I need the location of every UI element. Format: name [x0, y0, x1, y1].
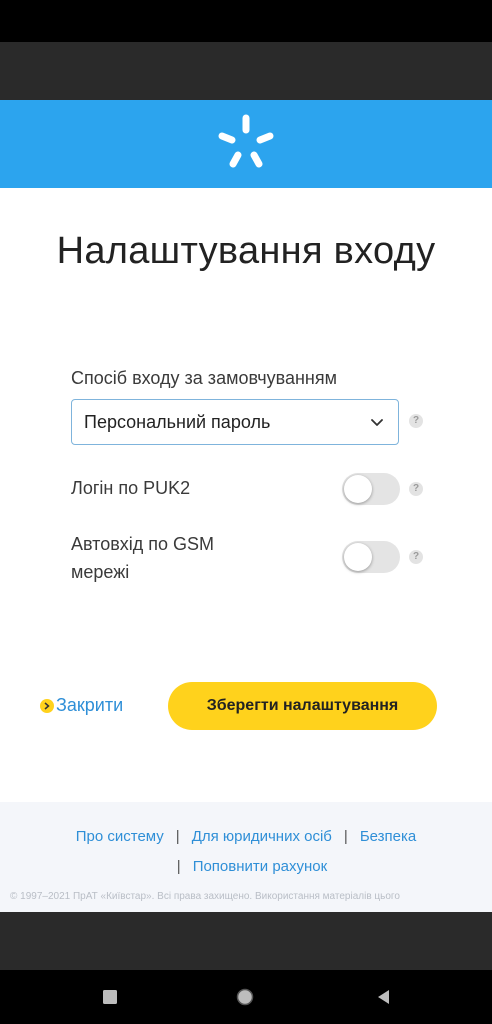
chevron-down-icon	[371, 419, 383, 426]
back-triangle-icon[interactable]	[374, 987, 394, 1007]
login-method-select[interactable]: Персональний пароль	[71, 399, 399, 445]
save-settings-button[interactable]: Зберегти налаштування	[168, 682, 437, 730]
footer: Про систему | Для юридичних осіб | Безпека |…	[0, 802, 492, 912]
copyright-text: © 1997–2021 ПрАТ «Київстар». Всі права з…	[10, 891, 400, 902]
header-bar	[0, 100, 492, 188]
bottom-spacer	[0, 912, 492, 970]
puk2-login-label: Логін по PUK2	[71, 478, 191, 498]
footer-links-row2: | Поповнити рахунок	[0, 858, 492, 875]
kyivstar-logo-icon	[218, 114, 274, 168]
close-link-label: Закрити	[56, 695, 124, 715]
help-icon[interactable]: ?	[409, 482, 423, 496]
login-method-label: Спосіб входу за замовчуванням	[71, 368, 337, 388]
footer-separator: |	[176, 858, 181, 875]
footer-separator: |	[343, 828, 348, 845]
settings-panel: Налаштування входу Спосіб входу за замов…	[0, 188, 492, 802]
help-icon[interactable]: ?	[409, 414, 423, 428]
help-icon[interactable]: ?	[409, 550, 423, 564]
toggle-knob	[344, 543, 372, 571]
square-icon[interactable]	[100, 987, 120, 1007]
toggle-knob	[344, 475, 372, 503]
puk2-login-toggle[interactable]	[342, 473, 400, 505]
gsm-autologin-label: Автовхід по GSM мережі	[71, 530, 214, 586]
footer-link-topup[interactable]: Поповнити рахунок	[193, 858, 328, 875]
footer-link-about[interactable]: Про систему	[76, 828, 164, 845]
close-link[interactable]: Закрити	[40, 695, 123, 716]
footer-separator: |	[175, 828, 180, 845]
circle-icon[interactable]	[235, 987, 255, 1007]
top-spacer	[0, 42, 492, 100]
page-title: Налаштування входу	[56, 230, 436, 272]
gsm-autologin-label-line1: Автовхід по GSM	[71, 534, 215, 554]
footer-link-business[interactable]: Для юридичних осіб	[192, 828, 332, 845]
android-nav-bar	[0, 970, 492, 1024]
status-bar	[0, 0, 492, 42]
gsm-autologin-toggle[interactable]	[342, 541, 400, 573]
footer-links-row1: Про систему | Для юридичних осіб | Безпека	[0, 828, 492, 845]
login-method-value: Персональний пароль	[84, 411, 271, 432]
chevron-right-circle-icon	[40, 698, 54, 713]
gsm-autologin-label-line2: мережі	[71, 562, 130, 582]
footer-link-security[interactable]: Безпека	[360, 828, 416, 845]
